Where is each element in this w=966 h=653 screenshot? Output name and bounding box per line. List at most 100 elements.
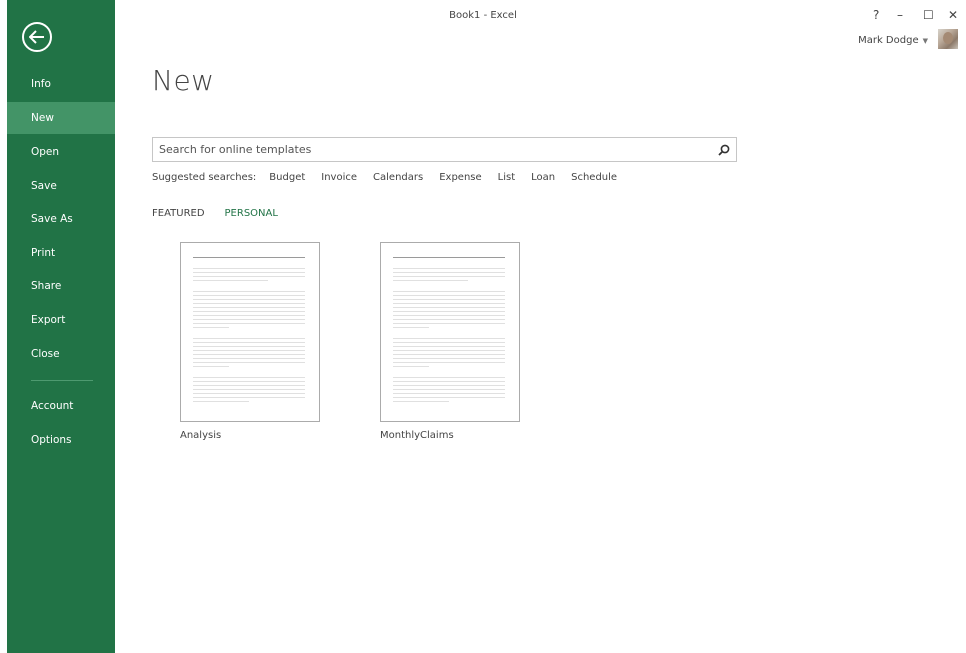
template-card-monthlyclaims[interactable]: MonthlyClaims: [380, 242, 520, 441]
template-card-analysis[interactable]: Analysis: [180, 242, 320, 441]
help-button[interactable]: ?: [873, 8, 879, 22]
page-title: New: [152, 64, 215, 97]
sidebar-item-open[interactable]: Open: [7, 136, 115, 168]
backstage-sidebar: Info New Open Save Save As Print Share E…: [7, 0, 115, 653]
thumbnail-line: [193, 385, 305, 386]
thumbnail-line: [193, 327, 229, 328]
thumbnail-line: [193, 299, 305, 300]
thumbnail-line: [393, 323, 505, 324]
thumbnail-line: [393, 295, 505, 296]
thumbnail-line: [193, 257, 305, 258]
thumbnail-line: [193, 401, 249, 402]
suggested-link-invoice[interactable]: Invoice: [321, 172, 357, 183]
thumbnail-line: [393, 311, 505, 312]
sidebar-divider: [31, 380, 93, 381]
suggested-link-expense[interactable]: Expense: [439, 172, 481, 183]
thumbnail-line: [393, 303, 505, 304]
template-thumbnail: [180, 242, 320, 422]
thumbnail-line: [193, 358, 305, 359]
thumbnail-line: [193, 295, 305, 296]
thumbnail-line: [193, 393, 305, 394]
back-button[interactable]: [22, 22, 52, 52]
thumbnail-line: [393, 401, 449, 402]
thumbnail-line: [193, 377, 305, 378]
search-input[interactable]: [153, 138, 712, 161]
thumbnail-line: [193, 350, 305, 351]
suggested-searches: Suggested searches: Budget Invoice Calen…: [152, 172, 617, 183]
thumbnail-line: [393, 299, 505, 300]
thumbnail-line: [393, 342, 505, 343]
thumbnail-line: [393, 272, 505, 273]
thumbnail-line: [193, 319, 305, 320]
thumbnail-line: [193, 276, 305, 277]
sidebar-item-close[interactable]: Close: [7, 338, 115, 370]
close-button[interactable]: ✕: [948, 8, 958, 22]
thumbnail-line: [393, 397, 505, 398]
thumbnail-line: [193, 272, 305, 273]
search-icon[interactable]: [712, 138, 736, 161]
thumbnail-line: [393, 381, 505, 382]
template-tabs: FEATURED PERSONAL: [152, 208, 278, 219]
avatar[interactable]: [938, 29, 958, 49]
thumbnail-line: [193, 315, 305, 316]
thumbnail-line: [393, 346, 505, 347]
sidebar-item-new[interactable]: New: [7, 102, 115, 134]
thumbnail-line: [393, 327, 429, 328]
thumbnail-line: [393, 307, 505, 308]
user-name: Mark Dodge: [858, 35, 919, 46]
thumbnail-line: [193, 311, 305, 312]
maximize-button[interactable]: ☐: [923, 8, 934, 22]
thumbnail-line: [393, 350, 505, 351]
suggested-link-list[interactable]: List: [498, 172, 515, 183]
thumbnail-line: [393, 385, 505, 386]
thumbnail-line: [393, 276, 505, 277]
sidebar-item-account[interactable]: Account: [7, 390, 115, 422]
sidebar-item-save-as[interactable]: Save As: [7, 203, 115, 235]
thumbnail-line: [393, 268, 505, 269]
thumbnail-line: [193, 366, 229, 367]
thumbnail-line: [393, 280, 468, 281]
back-arrow-icon: [29, 30, 44, 44]
window-title: Book1 - Excel: [449, 10, 517, 21]
thumbnail-line: [393, 389, 505, 390]
suggested-link-budget[interactable]: Budget: [269, 172, 305, 183]
template-name: Analysis: [180, 430, 222, 441]
thumbnail-line: [393, 315, 505, 316]
minimize-button[interactable]: –: [897, 8, 903, 22]
template-name: MonthlyClaims: [380, 430, 454, 441]
template-search-box: [152, 137, 737, 162]
suggested-link-loan[interactable]: Loan: [531, 172, 555, 183]
thumbnail-line: [193, 397, 305, 398]
tab-personal[interactable]: PERSONAL: [225, 208, 278, 219]
thumbnail-line: [393, 366, 429, 367]
thumbnail-line: [193, 338, 305, 339]
thumbnail-line: [393, 338, 505, 339]
suggested-link-calendars[interactable]: Calendars: [373, 172, 423, 183]
thumbnail-line: [193, 362, 305, 363]
sidebar-item-info[interactable]: Info: [7, 68, 115, 100]
thumbnail-line: [193, 323, 305, 324]
sidebar-item-export[interactable]: Export: [7, 304, 115, 336]
thumbnail-line: [193, 354, 305, 355]
thumbnail-line: [193, 389, 305, 390]
thumbnail-line: [193, 342, 305, 343]
thumbnail-line: [193, 291, 305, 292]
chevron-down-icon: ▼: [922, 36, 928, 45]
sidebar-item-share[interactable]: Share: [7, 270, 115, 302]
user-account-menu[interactable]: Mark Dodge ▼: [858, 35, 928, 46]
sidebar-item-save[interactable]: Save: [7, 170, 115, 202]
sidebar-item-options[interactable]: Options: [7, 424, 115, 456]
thumbnail-line: [393, 319, 505, 320]
tab-featured[interactable]: FEATURED: [152, 208, 205, 219]
thumbnail-line: [393, 257, 505, 258]
thumbnail-line: [393, 377, 505, 378]
thumbnail-line: [393, 393, 505, 394]
thumbnail-line: [193, 303, 305, 304]
sidebar-item-print[interactable]: Print: [7, 237, 115, 269]
thumbnail-line: [193, 268, 305, 269]
thumbnail-line: [393, 291, 505, 292]
suggested-link-schedule[interactable]: Schedule: [571, 172, 617, 183]
thumbnail-line: [393, 354, 505, 355]
thumbnail-line: [193, 346, 305, 347]
suggested-searches-label: Suggested searches:: [152, 172, 257, 183]
